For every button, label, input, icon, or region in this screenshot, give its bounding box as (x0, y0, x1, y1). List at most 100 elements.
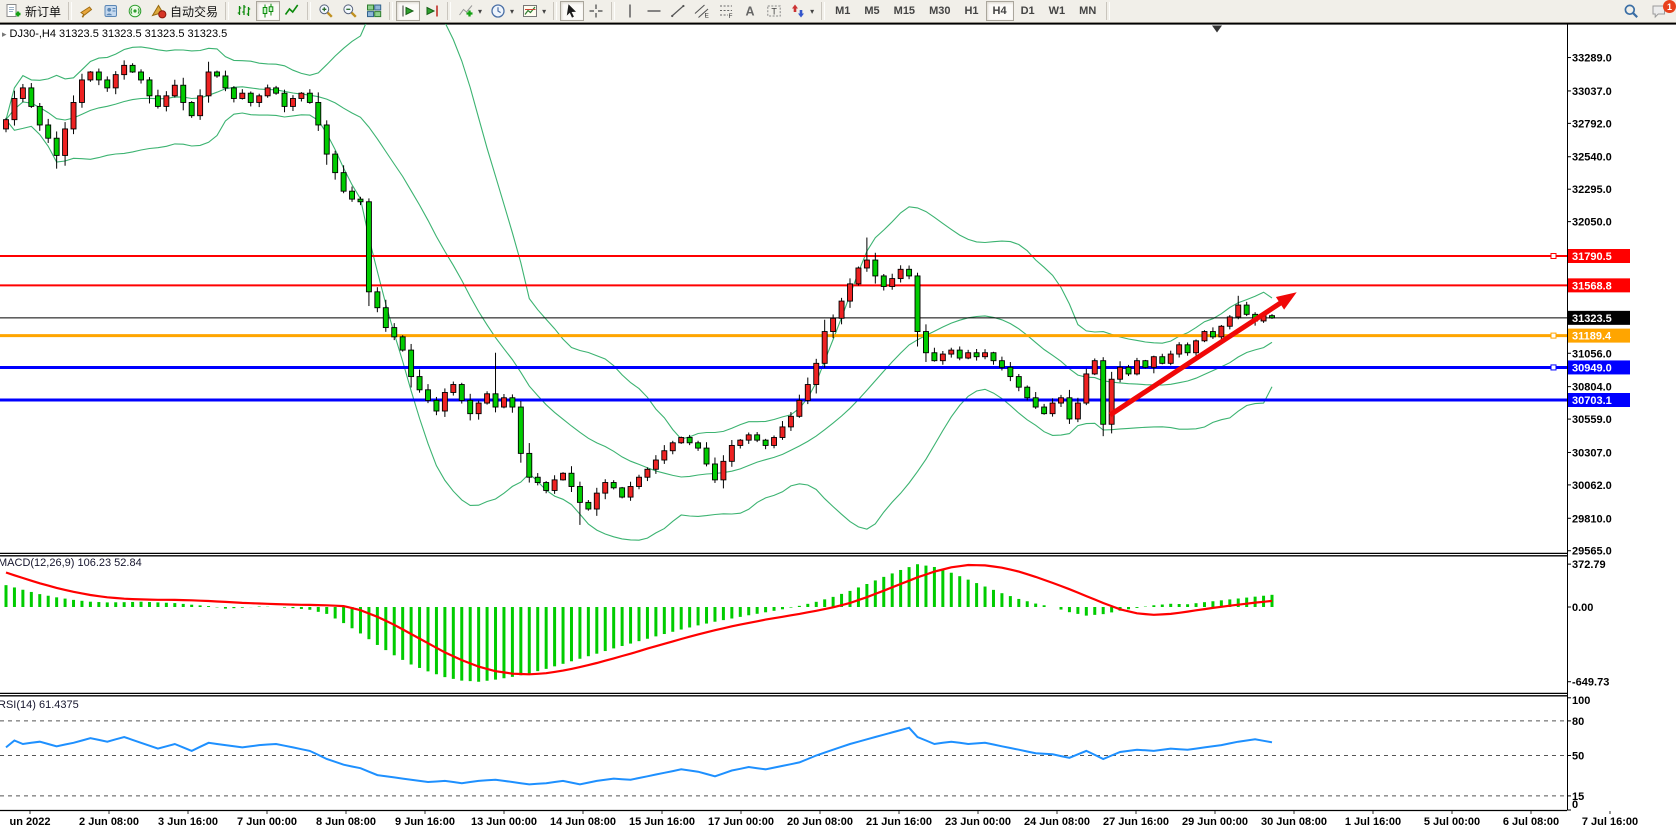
macd-panel[interactable] (4, 563, 1274, 682)
megaphone-button[interactable] (75, 1, 99, 21)
price-tick-label: 32792.0 (1572, 118, 1612, 130)
text-icon: A (742, 3, 758, 19)
timeframe-mn[interactable]: MN (1072, 1, 1103, 21)
timeframe-m1[interactable]: M1 (828, 1, 857, 21)
contacts-button[interactable] (99, 1, 123, 21)
chevron-down-icon: ▾ (810, 6, 815, 16)
price-line-31568.8[interactable]: 31568.8 (0, 278, 1630, 293)
zoom-out-icon (342, 3, 358, 19)
time-tick-label: 7 Jul 16:00 (1582, 816, 1638, 828)
autotrading-button[interactable]: 自动交易 (147, 1, 222, 21)
timeframe-m5[interactable]: M5 (857, 1, 886, 21)
time-tick-label: 1 Jul 16:00 (1345, 816, 1401, 828)
timeframe-d1[interactable]: D1 (1014, 1, 1042, 21)
toolbar-separator (68, 2, 73, 20)
candlesticks (3, 60, 1275, 525)
rsi-panel[interactable] (0, 720, 1567, 797)
time-tick-label: 21 Jun 16:00 (866, 816, 932, 828)
last-bar-marker-icon (1212, 25, 1222, 33)
macd-tick-label: 372.79 (1572, 559, 1606, 571)
cursor-button[interactable] (560, 1, 585, 21)
trendline-button[interactable] (666, 1, 690, 21)
templates-button[interactable]: ▾ (518, 1, 550, 21)
periods-button[interactable]: ▾ (486, 1, 518, 21)
time-tick-label: 30 Jun 08:00 (1261, 816, 1327, 828)
label-button[interactable]: T (762, 1, 786, 21)
price-tick-label: 30062.0 (1572, 480, 1612, 492)
time-tick-label: 14 Jun 08:00 (550, 816, 616, 828)
timeframe-w1[interactable]: W1 (1042, 1, 1073, 21)
price-line-label: 31568.8 (1572, 280, 1612, 292)
arrows-button[interactable]: ▾ (786, 1, 818, 21)
zoom-in-button[interactable] (314, 1, 338, 21)
toolbar-separator (1106, 2, 1111, 20)
timeframe-m30[interactable]: M30 (922, 1, 957, 21)
timeframe-h4[interactable]: H4 (985, 1, 1014, 21)
channel-icon: E (694, 3, 710, 19)
price-line-31790.5[interactable]: 31790.5 (0, 249, 1630, 263)
new-order-button-label: 新订单 (25, 4, 62, 19)
timeframe-m15[interactable]: M15 (887, 1, 922, 21)
toolbar-separator (307, 2, 312, 20)
time-tick-label: 6 Jul 08:00 (1503, 816, 1559, 828)
macd-axis[interactable]: 372.79 0.00 -649.73 (1567, 559, 1609, 689)
rsi-tick-label: 100 (1572, 695, 1590, 707)
price-tick-label: 31056.0 (1572, 348, 1612, 360)
rsi-axis[interactable]: 1008050150 (1567, 695, 1590, 811)
time-tick-label: 23 Jun 00:00 (945, 816, 1011, 828)
time-tick-label: 5 Jul 00:00 (1424, 816, 1480, 828)
indicators-button[interactable]: ▾ (454, 1, 486, 21)
crosshair-button[interactable] (584, 1, 608, 21)
toolbar: 新订单 自动交易 ▾ ▾ ▾ E F A T ▾ M1 M5 M15 M30 H1 H4 D1 W1 MN 1 (0, 0, 1676, 23)
line-chart-button[interactable] (280, 1, 304, 21)
text-button[interactable]: A (738, 1, 762, 21)
time-tick-label: 27 Jun 16:00 (1103, 816, 1169, 828)
time-tick-label: 8 Jun 08:00 (316, 816, 376, 828)
chevron-down-icon: ▾ (478, 6, 483, 16)
candlestick-chart-button[interactable] (256, 1, 281, 21)
price-axis[interactable]: 33289.0 33037.0 32792.0 32540.0 32295.0 32050… (1567, 53, 1612, 558)
notifications-button[interactable]: 1 (1647, 0, 1676, 21)
macd-tick-label: 0.00 (1572, 602, 1593, 614)
signal-button[interactable] (123, 1, 147, 21)
indicators-icon (458, 3, 474, 19)
time-axis[interactable]: un 2022 2 Jun 08:00 3 Jun 16:00 7 Jun 00:00… (10, 811, 1639, 828)
chart-title: ▸ DJ30-,H4 31323.5 31323.5 31323.5 31323.… (2, 28, 227, 40)
new-order-button[interactable]: 新订单 (2, 1, 65, 21)
vertical-line-button[interactable] (618, 1, 642, 21)
tile-windows-button[interactable] (362, 1, 386, 21)
macd-tick-label: -649.73 (1572, 677, 1609, 689)
chart-shift-button[interactable] (420, 1, 444, 21)
rsi-tick-label: 0 (1572, 799, 1578, 811)
vertical-line-icon (622, 3, 638, 19)
rsi-label: RSI(14) 61.4375 (0, 699, 79, 711)
horizontal-line-button[interactable] (642, 1, 666, 21)
search-icon[interactable] (1619, 1, 1643, 21)
rsi-tick-label: 80 (1572, 716, 1584, 728)
autotrading-icon (151, 3, 167, 19)
price-line-31323.5[interactable]: 31323.5 (0, 310, 1630, 325)
price-line-label: 31790.5 (1572, 251, 1612, 263)
bar-chart-button[interactable] (232, 1, 256, 21)
svg-text:E: E (705, 13, 710, 20)
auto-scroll-button[interactable] (396, 1, 421, 21)
trend-arrow[interactable] (1108, 292, 1297, 418)
price-tick-label: 33037.0 (1572, 86, 1612, 98)
time-tick-label: 29 Jun 00:00 (1182, 816, 1248, 828)
price-line-30703.1[interactable]: 30703.1 (0, 393, 1630, 408)
svg-text:A: A (746, 5, 755, 19)
price-line-31189.4[interactable]: 31189.4 (0, 328, 1630, 343)
channel-button[interactable]: E (690, 1, 714, 21)
chart-canvas[interactable]: 33289.0 33037.0 32792.0 32540.0 32295.0 32050… (0, 0, 1676, 836)
time-tick-label: 17 Jun 00:00 (708, 816, 774, 828)
time-tick-label: 7 Jun 00:00 (237, 816, 297, 828)
line-chart-icon (284, 3, 300, 19)
price-tick-label: 30307.0 (1572, 447, 1612, 459)
time-tick-label: 24 Jun 08:00 (1024, 816, 1090, 828)
tile-windows-icon (366, 3, 382, 19)
zoom-out-button[interactable] (338, 1, 362, 21)
time-tick-label: 9 Jun 16:00 (395, 816, 455, 828)
timeframe-h1[interactable]: H1 (957, 1, 985, 21)
trendline-icon (670, 3, 686, 19)
fibonacci-button[interactable]: F (714, 1, 738, 21)
